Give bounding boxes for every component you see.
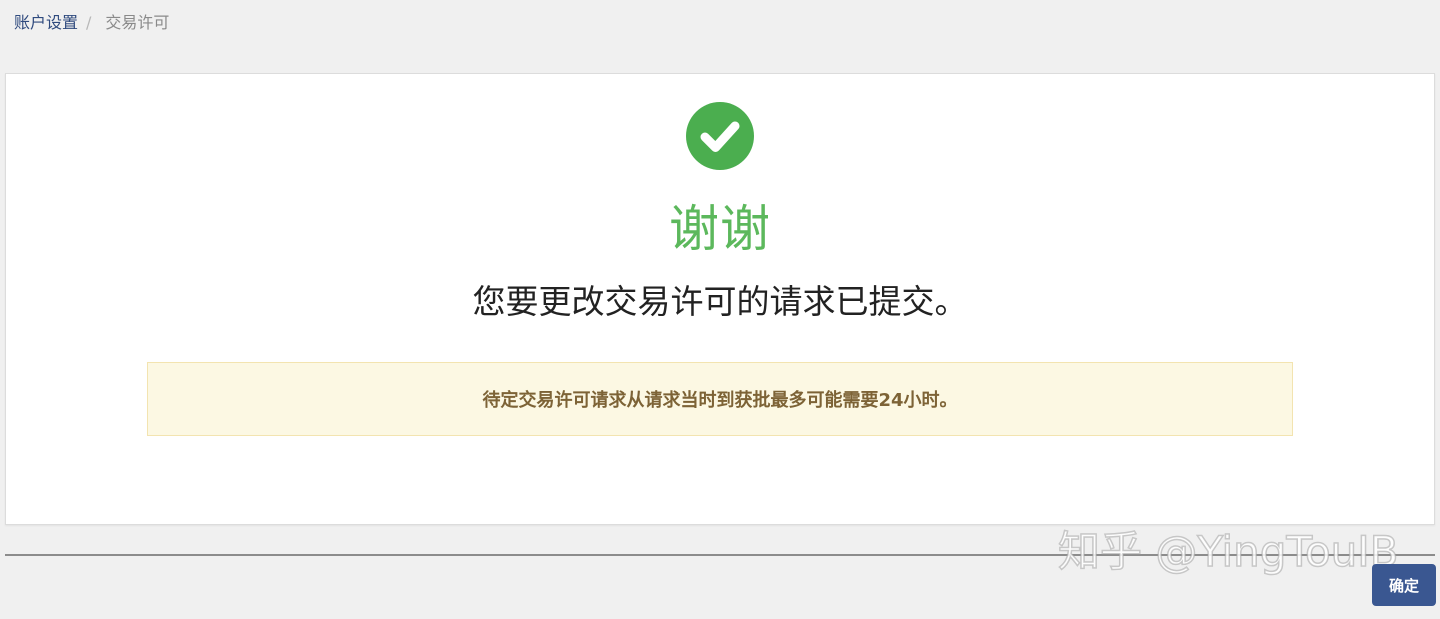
pending-approval-notice-text: 待定交易许可请求从请求当时到获批最多可能需要24小时。 — [482, 390, 958, 411]
breadcrumb-account-settings-link[interactable]: 账户设置 — [14, 12, 78, 34]
confirm-button[interactable]: 确定 — [1372, 564, 1436, 606]
watermark: 知乎 @YingTouIB — [1057, 526, 1399, 577]
breadcrumb-current-page: 交易许可 — [105, 13, 170, 32]
thank-you-heading: 谢谢 — [669, 200, 771, 258]
breadcrumb-separator: / — [86, 13, 92, 32]
check-circle-icon — [686, 102, 754, 170]
pending-approval-notice: 待定交易许可请求从请求当时到获批最多可能需要24小时。 — [147, 362, 1293, 436]
confirmation-panel: 谢谢 您要更改交易许可的请求已提交。 待定交易许可请求从请求当时到获批最多可能需… — [5, 73, 1435, 525]
breadcrumb: 账户设置 / 交易许可 — [14, 12, 169, 34]
request-submitted-message: 您要更改交易许可的请求已提交。 — [472, 282, 968, 321]
